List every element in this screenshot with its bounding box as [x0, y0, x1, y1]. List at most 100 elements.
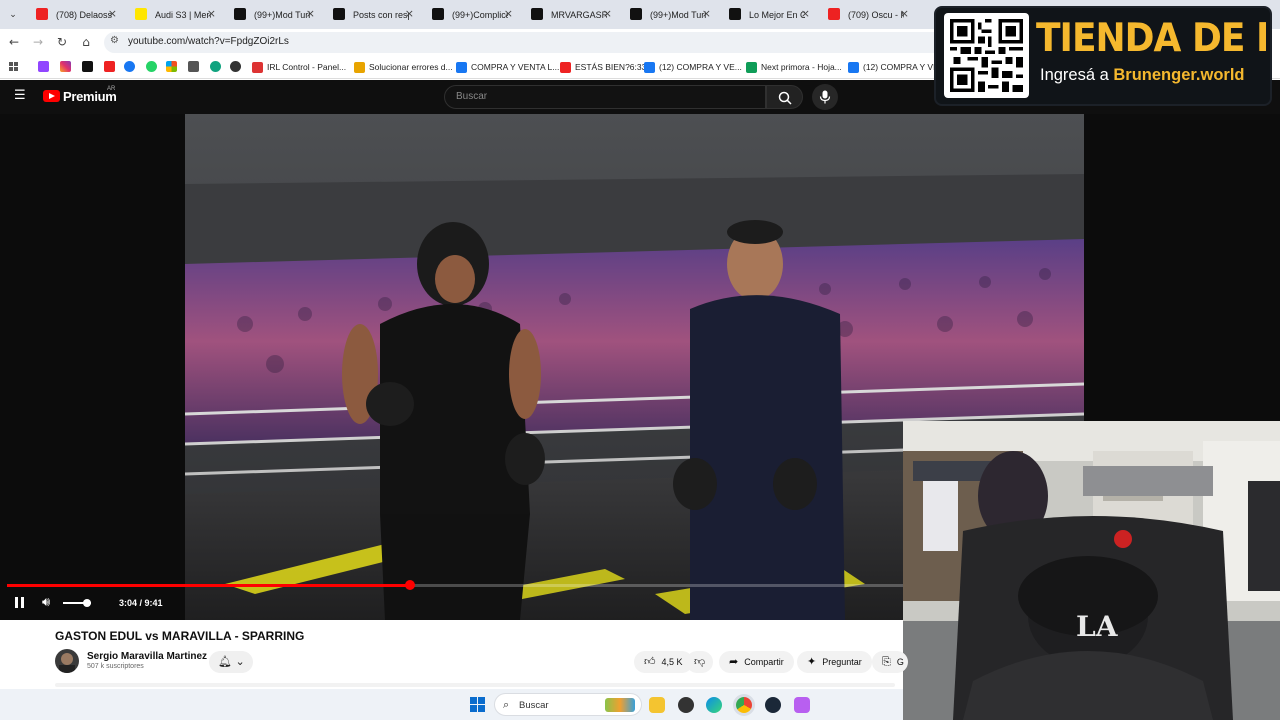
search-button[interactable] — [766, 85, 803, 109]
bookmark-favicon-icon — [644, 61, 655, 73]
dislike-button[interactable]: 👎︎ — [686, 651, 714, 673]
taskbar-search-text: Buscar — [519, 700, 549, 711]
save-button[interactable]: ⎘ G — [872, 651, 908, 673]
bookmark-favicon-icon — [456, 61, 467, 73]
x-icon[interactable] — [82, 61, 93, 72]
volume-slider-handle[interactable] — [82, 599, 91, 607]
close-tab-icon[interactable]: × — [405, 7, 414, 20]
share-label: Compartir — [744, 657, 784, 667]
microsoft-icon[interactable] — [166, 61, 177, 72]
site-info-icon[interactable]: ⚙ — [110, 35, 119, 46]
steam-icon[interactable] — [765, 697, 781, 713]
file-explorer-icon[interactable] — [649, 697, 665, 713]
bell-icon: 🔔︎ — [218, 655, 232, 668]
whatsapp-icon[interactable] — [146, 61, 157, 72]
app-icon[interactable] — [794, 697, 810, 713]
bookmark-label: (12) COMPRA Y VE... — [863, 62, 946, 72]
edge-icon[interactable] — [706, 697, 722, 713]
bookmark-label: (12) COMPRA Y VE... — [659, 62, 742, 72]
tab-title: (99+)Mod Turi — [254, 9, 310, 20]
scrubber-handle[interactable] — [405, 580, 415, 590]
search-icon: ⌕ — [503, 698, 510, 711]
windows-taskbar: ⌕ Buscar — [0, 689, 903, 720]
facebook-icon[interactable] — [124, 61, 135, 72]
chevron-down-icon: ⌄ — [235, 655, 245, 668]
browser-tab[interactable]: (708) Delaossa × — [28, 4, 123, 25]
channel-avatar[interactable] — [55, 649, 79, 673]
youtube-icon — [828, 8, 840, 20]
twitch-icon[interactable] — [38, 61, 49, 72]
video-title: GASTON EDUL vs MARAVILLA - SPARRING — [55, 629, 305, 643]
bookmark-favicon-icon — [560, 61, 571, 73]
instagram-icon[interactable] — [60, 61, 71, 72]
like-button[interactable]: 👍︎ 4,5 K — [634, 651, 693, 673]
channel-name[interactable]: Sergio Maravilla Martinez — [87, 651, 207, 662]
chatgpt-icon[interactable] — [210, 61, 221, 72]
chrome-icon[interactable] — [736, 697, 752, 713]
browser-tab[interactable]: (99+)Mod Turi × — [226, 4, 321, 25]
taskbar-search[interactable]: ⌕ Buscar — [494, 693, 642, 716]
close-tab-icon[interactable]: × — [603, 7, 612, 20]
share-button[interactable]: ➦ Compartir — [719, 651, 794, 673]
browser-tab[interactable]: (99+)Mod Turi × — [622, 4, 717, 25]
close-tab-icon[interactable]: × — [801, 7, 810, 20]
volume-icon[interactable]: 🔊︎ — [42, 595, 60, 611]
browser-tab[interactable]: Lo Mejor En Cl × — [721, 4, 816, 25]
bookmark-label: ESTÁS BIEN?6:33 — [575, 62, 647, 72]
close-tab-icon[interactable]: × — [504, 7, 513, 20]
address-bar[interactable]: ⚙ youtube.com/watch?v=FpdgZOi2rLs — [104, 32, 944, 53]
tiktok-icon — [729, 8, 741, 20]
pause-button[interactable] — [12, 595, 28, 611]
ask-label: Preguntar — [822, 657, 862, 667]
github-icon[interactable] — [230, 61, 241, 72]
bookmark-item[interactable]: Solucionar errores d... — [354, 60, 453, 74]
voice-search-button[interactable] — [812, 84, 838, 110]
ask-button[interactable]: ✦ Preguntar — [797, 651, 872, 673]
bookmark-item[interactable]: IRL Control - Panel... — [252, 60, 346, 74]
bookmark-item[interactable]: (12) COMPRA Y VE... — [644, 60, 742, 74]
bookmark-item[interactable]: Next primora - Hoja... — [746, 60, 842, 74]
channel-avatar-image — [59, 653, 75, 673]
browser-tab[interactable]: Posts con resp × — [325, 4, 420, 25]
close-tab-icon[interactable]: × — [702, 7, 711, 20]
description-box[interactable] — [55, 683, 895, 687]
progress-played — [7, 584, 410, 587]
tiktok-icon — [630, 8, 642, 20]
close-tab-icon[interactable]: × — [207, 7, 216, 20]
close-tab-icon[interactable]: × — [900, 7, 909, 20]
webcam-feed: LA — [903, 421, 1280, 720]
bookmark-item[interactable]: COMPRA Y VENTA L... — [456, 60, 559, 74]
reload-icon[interactable]: ↻ — [54, 34, 70, 50]
x-icon — [333, 8, 345, 20]
bookmark-icon[interactable] — [188, 61, 199, 72]
browser-tab[interactable]: (709) Oscu - M × — [820, 4, 915, 25]
apps-grid-icon[interactable] — [8, 61, 19, 72]
home-icon[interactable]: ⌂ — [78, 34, 94, 50]
promo-overlay: TIENDA DE PUNTOS Ingresá a Brunenger.wor… — [936, 8, 1270, 104]
browser-tab[interactable]: (99+)Complica × — [424, 4, 519, 25]
like-count: 4,5 K — [661, 657, 683, 667]
menu-hamburger-icon[interactable]: ☰ — [14, 89, 28, 103]
tab-search-chevron-icon[interactable]: ⌄ — [4, 6, 22, 22]
youtube-logo-icon[interactable] — [43, 90, 60, 102]
close-tab-icon[interactable]: × — [108, 7, 117, 20]
region-code: AR — [107, 86, 116, 92]
subscriber-count: 507 k suscriptores — [87, 663, 144, 670]
search-input[interactable]: Buscar — [444, 85, 766, 109]
tab-title: (708) Delaossa — [56, 9, 112, 20]
subscribed-bell-button[interactable]: 🔔︎ ⌄ — [209, 651, 253, 673]
forward-arrow-icon[interactable]: → — [30, 34, 46, 50]
youtube-icon[interactable] — [104, 61, 115, 72]
bookmark-item[interactable]: (12) COMPRA Y VE... — [848, 60, 946, 74]
browser-tab[interactable]: MRVARGASRD× — [523, 4, 618, 25]
obs-icon[interactable] — [678, 697, 694, 713]
bookmark-item[interactable]: ESTÁS BIEN?6:33 — [560, 60, 646, 74]
url-text[interactable]: youtube.com/watch?v=FpdgZOi2rLs — [128, 36, 289, 47]
thumbs-up-icon: 👍︎ — [644, 655, 656, 668]
sparkle-icon: ✦ — [807, 655, 817, 668]
back-arrow-icon[interactable]: ← — [6, 34, 22, 50]
bookmark-label: IRL Control - Panel... — [267, 62, 347, 72]
browser-tab[interactable]: Audi S3 | Merc × — [127, 4, 222, 25]
close-tab-icon[interactable]: × — [306, 7, 315, 20]
windows-start-icon[interactable] — [470, 697, 485, 712]
